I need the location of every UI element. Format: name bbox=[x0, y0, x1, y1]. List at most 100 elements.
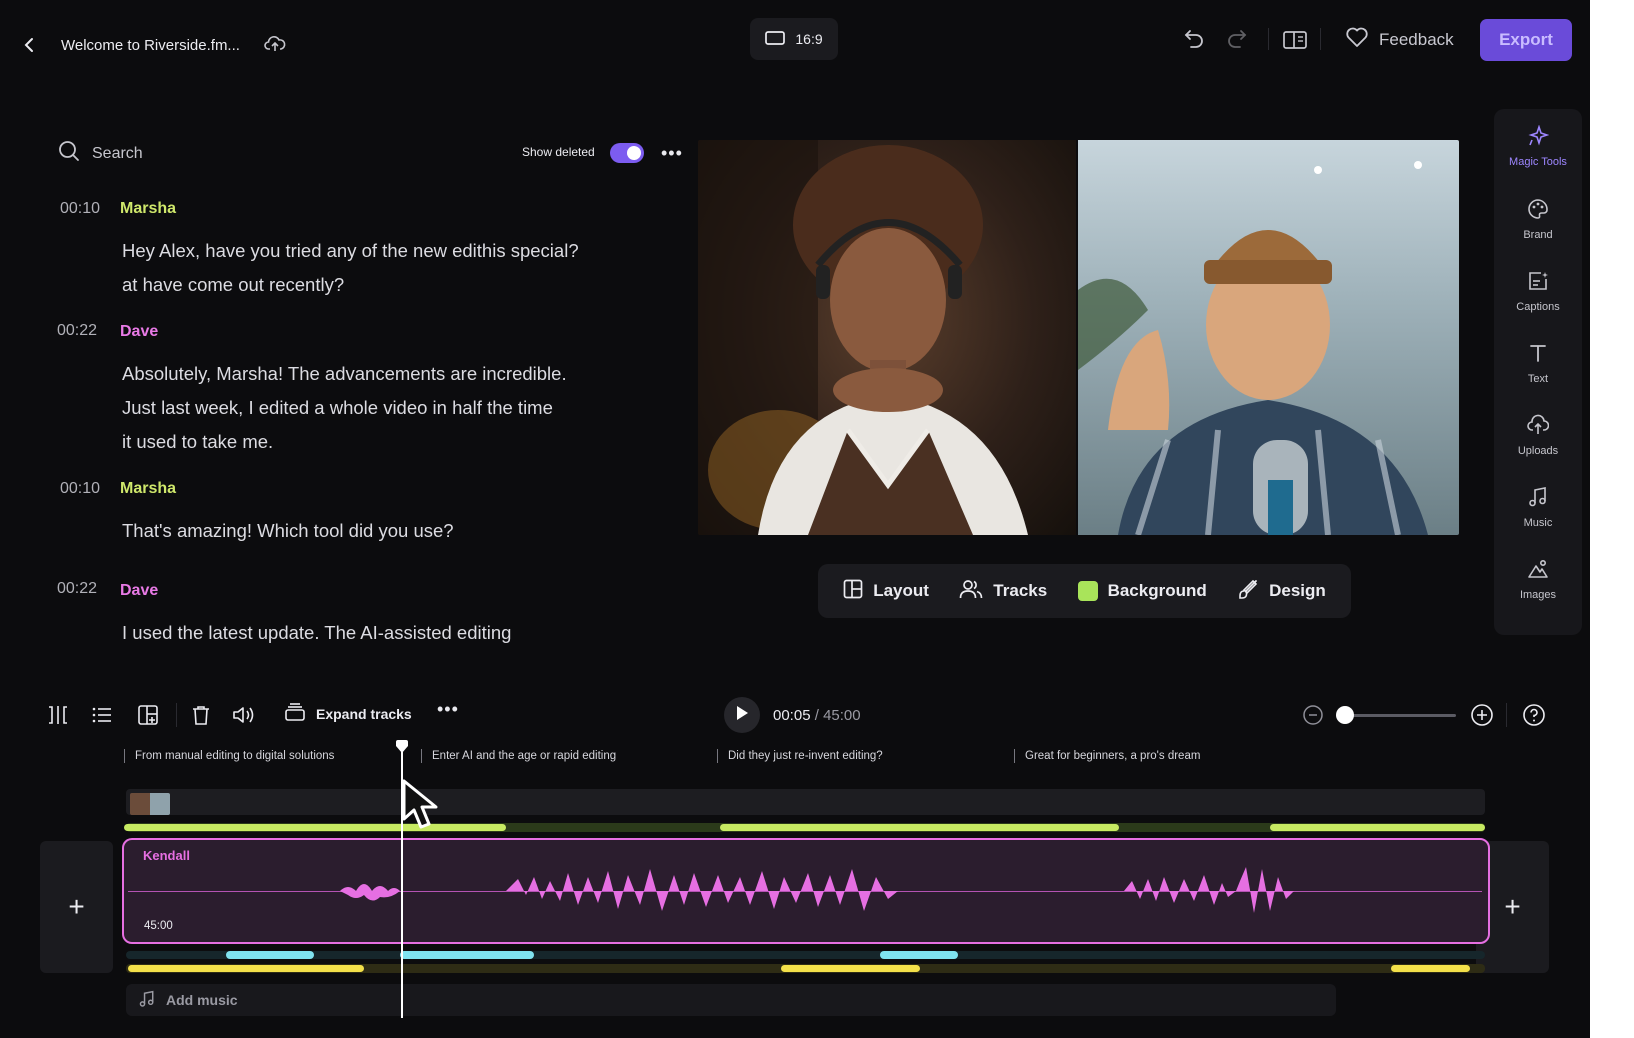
images-icon bbox=[1527, 558, 1549, 583]
tool-label: Uploads bbox=[1517, 445, 1559, 457]
tool-label: Brand bbox=[1523, 229, 1553, 241]
preview-controls: Layout Tracks Background Design bbox=[818, 564, 1351, 618]
current-time: 00:05 bbox=[773, 707, 811, 724]
editor-app: Welcome to Riverside.fm... 16:9 Feedback bbox=[0, 0, 1590, 1038]
volume-icon[interactable] bbox=[232, 704, 256, 731]
time-readout: 00:05 / 45:00 bbox=[773, 707, 861, 724]
tool-label: Images bbox=[1519, 589, 1557, 601]
entry-speaker: Marsha bbox=[120, 480, 177, 497]
redo-icon[interactable] bbox=[1226, 28, 1248, 53]
brush-icon bbox=[1237, 578, 1259, 605]
zoom-slider[interactable] bbox=[1336, 706, 1456, 724]
help-icon[interactable] bbox=[1522, 703, 1546, 732]
split-view-icon[interactable] bbox=[1283, 30, 1307, 55]
tool-brand[interactable]: Brand bbox=[1494, 198, 1582, 241]
feedback-label: Feedback bbox=[1379, 29, 1454, 49]
timeline-more-button[interactable]: ••• bbox=[437, 699, 459, 720]
chapter-marker[interactable]: From manual editing to digital solutions bbox=[124, 749, 334, 763]
people-icon bbox=[959, 579, 983, 604]
entry-timestamp[interactable]: 00:10 bbox=[60, 480, 100, 498]
entry-timestamp[interactable]: 00:22 bbox=[57, 322, 97, 340]
design-button[interactable]: Design bbox=[1237, 578, 1326, 605]
add-layout-icon[interactable] bbox=[137, 704, 159, 731]
chapter-marker[interactable]: Enter AI and the age or rapid editing bbox=[421, 749, 616, 763]
tool-text[interactable]: Text bbox=[1494, 342, 1582, 385]
entry-speaker: Dave bbox=[120, 582, 159, 599]
yellow-clip[interactable] bbox=[781, 965, 920, 972]
entry-timestamp[interactable]: 00:10 bbox=[60, 200, 100, 218]
add-music-button[interactable]: Add music bbox=[126, 984, 1336, 1016]
play-button[interactable] bbox=[724, 697, 760, 733]
divider bbox=[1506, 703, 1507, 727]
video-preview[interactable] bbox=[698, 140, 1459, 535]
show-deleted-toggle[interactable] bbox=[610, 143, 644, 163]
divider bbox=[1320, 28, 1321, 50]
add-music-label: Add music bbox=[166, 992, 238, 1008]
back-icon[interactable] bbox=[18, 34, 40, 56]
split-clip-icon[interactable] bbox=[47, 704, 69, 731]
entry-timestamp[interactable]: 00:22 bbox=[57, 580, 97, 598]
entry-text[interactable]: That's amazing! Which tool did you use? bbox=[122, 514, 454, 548]
captions-icon bbox=[1527, 270, 1549, 295]
background-label: Background bbox=[1107, 581, 1207, 600]
heart-icon bbox=[1345, 26, 1369, 53]
entry-text[interactable]: Absolutely, Marsha! The advancements are… bbox=[122, 357, 567, 459]
feedback-button[interactable]: Feedback bbox=[1345, 26, 1454, 53]
cloud-sync-icon bbox=[264, 35, 286, 58]
show-deleted-label: Show deleted bbox=[522, 145, 595, 159]
video-thumbnail bbox=[130, 793, 170, 815]
tool-music[interactable]: Music bbox=[1494, 486, 1582, 529]
aspect-ratio-button[interactable]: 16:9 bbox=[750, 18, 838, 60]
undo-icon[interactable] bbox=[1183, 28, 1205, 53]
transcript-search[interactable]: Search bbox=[58, 140, 143, 167]
chapter-marker[interactable]: Great for beginners, a pro's dream bbox=[1014, 749, 1200, 763]
tool-images[interactable]: Images bbox=[1494, 558, 1582, 601]
layout-button[interactable]: Layout bbox=[843, 579, 929, 604]
tool-magic-tools[interactable]: Magic Tools bbox=[1494, 124, 1582, 168]
add-track-left-button[interactable]: + bbox=[40, 841, 113, 973]
expand-tracks-icon bbox=[284, 702, 306, 725]
mouse-cursor-icon bbox=[402, 779, 438, 829]
playhead-handle[interactable] bbox=[395, 740, 409, 754]
trash-icon[interactable] bbox=[190, 704, 212, 731]
export-button[interactable]: Export bbox=[1480, 19, 1572, 61]
background-button[interactable]: Background bbox=[1077, 581, 1207, 601]
caption-clip[interactable] bbox=[400, 951, 534, 959]
aspect-ratio-label: 16:9 bbox=[795, 31, 823, 47]
entry-text[interactable]: Hey Alex, have you tried any of the new … bbox=[122, 234, 579, 302]
zoom-in-icon[interactable] bbox=[1470, 703, 1494, 732]
zoom-slider-handle[interactable] bbox=[1336, 706, 1354, 724]
project-title[interactable]: Welcome to Riverside.fm... bbox=[61, 37, 240, 54]
green-clip[interactable] bbox=[1270, 824, 1485, 831]
chapter-marker[interactable]: Did they just re-invent editing? bbox=[717, 749, 883, 763]
caption-clip-track bbox=[126, 951, 1485, 959]
expand-tracks-label: Expand tracks bbox=[316, 705, 412, 722]
entry-text[interactable]: I used the latest update. The AI-assiste… bbox=[122, 616, 511, 650]
top-bar: Welcome to Riverside.fm... 16:9 Feedback bbox=[0, 0, 1590, 80]
tools-sidebar: Magic Tools Brand Captions Text Uploads … bbox=[1494, 109, 1582, 635]
tracks-button[interactable]: Tracks bbox=[959, 579, 1047, 604]
screen-icon bbox=[765, 30, 786, 49]
tool-label: Captions bbox=[1516, 301, 1560, 313]
list-icon[interactable] bbox=[91, 704, 113, 731]
text-icon bbox=[1527, 342, 1549, 367]
transcript-more-button[interactable]: ••• bbox=[661, 143, 683, 164]
tool-label: Text bbox=[1527, 373, 1549, 385]
zoom-out-icon[interactable] bbox=[1302, 704, 1324, 731]
tool-captions[interactable]: Captions bbox=[1494, 270, 1582, 313]
palette-icon bbox=[1527, 198, 1549, 223]
tool-label: Music bbox=[1523, 517, 1553, 529]
total-time: 45:00 bbox=[823, 707, 861, 724]
caption-clip[interactable] bbox=[226, 951, 314, 959]
upload-icon bbox=[1527, 414, 1550, 439]
expand-tracks-button[interactable]: Expand tracks bbox=[284, 702, 412, 725]
tool-label: Magic Tools bbox=[1509, 156, 1567, 168]
video-track[interactable] bbox=[126, 789, 1485, 815]
yellow-clip[interactable] bbox=[1391, 965, 1470, 972]
yellow-clip[interactable] bbox=[128, 965, 364, 972]
participant-video-dave bbox=[1078, 140, 1459, 535]
caption-clip[interactable] bbox=[880, 951, 958, 959]
divider bbox=[176, 703, 177, 727]
tool-uploads[interactable]: Uploads bbox=[1494, 414, 1582, 457]
green-clip[interactable] bbox=[720, 824, 1119, 831]
